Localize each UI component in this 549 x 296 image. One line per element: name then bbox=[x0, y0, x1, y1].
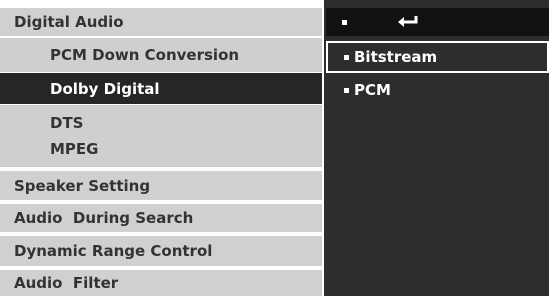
menu-label: Speaker Setting bbox=[14, 176, 151, 195]
menu-item-pcm-down-conversion[interactable]: PCM Down Conversion bbox=[0, 38, 322, 72]
menu-label: Audio During Search bbox=[14, 209, 194, 227]
option-pcm[interactable]: PCM bbox=[326, 76, 549, 104]
option-label: Bitstream bbox=[354, 48, 438, 66]
menu-label: PCM Down Conversion bbox=[50, 46, 240, 64]
menu-item-audio-filter[interactable]: Audio Filter bbox=[0, 270, 322, 296]
menu-label: Digital Audio bbox=[14, 13, 124, 31]
menu-item-audio-during-search[interactable]: Audio During Search bbox=[0, 204, 322, 232]
menu-item-digital-audio[interactable]: Digital Audio bbox=[0, 8, 322, 36]
menu-group-dts-mpeg: DTS MPEG bbox=[0, 105, 322, 167]
menu-item-dolby-digital[interactable]: Dolby Digital bbox=[0, 73, 322, 104]
menu-label: Dolby Digital bbox=[50, 79, 160, 98]
option-bitstream[interactable]: Bitstream bbox=[326, 41, 549, 73]
menu-item-dynamic-range-control[interactable]: Dynamic Range Control bbox=[0, 236, 322, 266]
menu-item-mpeg[interactable]: MPEG bbox=[50, 140, 98, 158]
menu-item-dts[interactable]: DTS bbox=[50, 114, 98, 132]
bullet-icon bbox=[342, 19, 347, 25]
option-label: PCM bbox=[354, 81, 391, 99]
bullet-icon bbox=[344, 54, 349, 60]
bullet-icon bbox=[344, 87, 349, 93]
menu-item-speaker-setting[interactable]: Speaker Setting bbox=[0, 171, 322, 200]
menu-label: Dynamic Range Control bbox=[14, 242, 213, 260]
settings-menu: Digital Audio PCM Down Conversion Dolby … bbox=[0, 0, 324, 296]
return-icon[interactable] bbox=[397, 13, 419, 32]
options-header[interactable] bbox=[326, 8, 549, 36]
menu-label: Audio Filter bbox=[14, 274, 119, 292]
